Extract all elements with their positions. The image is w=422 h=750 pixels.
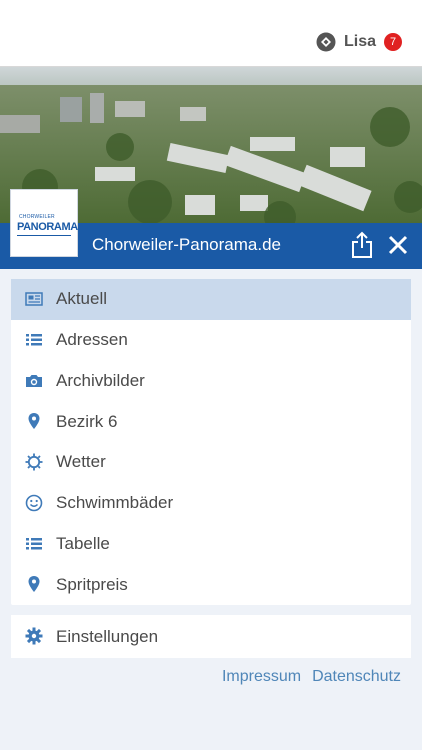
camera-icon	[26, 374, 42, 387]
share-icon[interactable]	[350, 231, 374, 259]
menu-item-label: Adressen	[56, 330, 128, 350]
menu-item-label: Wetter	[56, 452, 106, 472]
menu-item-archivbilder[interactable]: Archivbilder	[11, 361, 411, 402]
notification-badge: 7	[384, 33, 402, 51]
location-pin-icon	[28, 576, 40, 593]
menu-item-einstellungen[interactable]: Einstellungen	[11, 615, 411, 658]
settings-label: Einstellungen	[56, 626, 159, 646]
navigation-menu: Aktuell Adressen Archivbilder Bezirk 6 W…	[11, 279, 411, 605]
list-icon	[26, 333, 42, 346]
close-icon[interactable]	[386, 233, 410, 257]
menu-item-adressen[interactable]: Adressen	[11, 320, 411, 361]
menu-item-label: Aktuell	[56, 289, 108, 309]
menu-item-label: Archivbilder	[56, 370, 145, 390]
menu-item-tabelle[interactable]: Tabelle	[11, 524, 411, 565]
smiley-icon	[25, 494, 43, 512]
newspaper-icon	[25, 292, 43, 306]
list-icon	[26, 537, 42, 549]
menu-item-aktuell[interactable]: Aktuell	[11, 279, 411, 320]
menu-item-wetter[interactable]: Wetter	[11, 442, 411, 483]
menu-item-label: Bezirk 6	[56, 411, 118, 431]
datenschutz-link[interactable]: Datenschutz	[312, 668, 401, 686]
user-logo-icon	[316, 32, 336, 52]
menu-item-label: Spritpreis	[56, 574, 128, 594]
logo-subtitle: CHORWEILER	[19, 214, 55, 220]
gear-icon	[25, 627, 43, 645]
menu-item-spritpreis[interactable]: Spritpreis	[11, 564, 411, 605]
impressum-link[interactable]: Impressum	[222, 668, 301, 686]
site-logo: CHORWEILER PANORAMA	[10, 189, 78, 257]
location-pin-icon	[28, 413, 40, 430]
logo-title: PANORAMA	[17, 221, 78, 233]
user-name: Lisa	[343, 33, 376, 50]
menu-item-label: Tabelle	[56, 533, 110, 553]
user-account[interactable]: Lisa 7	[316, 32, 402, 52]
menu-item-label: Schwimmbäder	[56, 493, 174, 513]
menu-item-schwimmbaeder[interactable]: Schwimmbäder	[11, 483, 411, 524]
menu-item-bezirk-6[interactable]: Bezirk 6	[11, 401, 411, 442]
footer-links: Impressum Datenschutz	[222, 668, 401, 686]
top-bar: Lisa 7	[0, 0, 422, 67]
sun-icon	[25, 453, 43, 471]
logo-underline	[17, 235, 71, 236]
site-title: Chorweiler-Panorama.de	[92, 235, 281, 254]
